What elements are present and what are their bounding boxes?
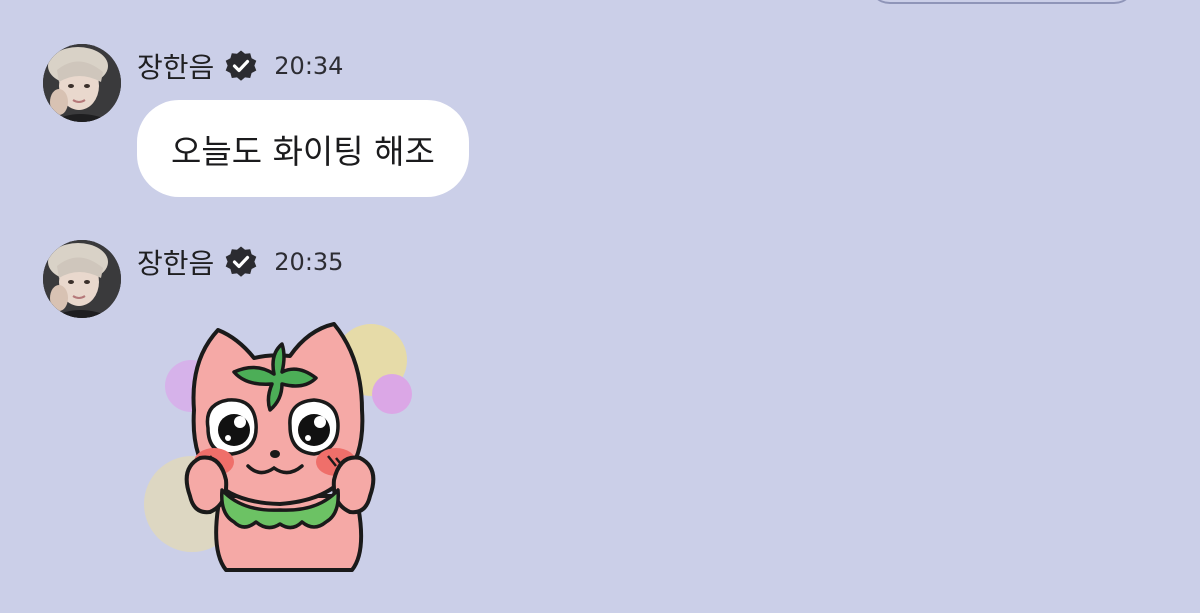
profile-photo-icon — [43, 240, 121, 318]
message-header: 장한음 20:35 — [137, 242, 343, 282]
avatar[interactable] — [43, 240, 121, 318]
pink-cat-sticker-icon[interactable] — [130, 318, 430, 578]
chat-message: 장한음 20:35 — [0, 0, 1200, 613]
sender-name[interactable]: 장한음 — [137, 242, 214, 282]
verified-badge-icon — [224, 245, 258, 279]
message-timestamp: 20:35 — [274, 248, 344, 276]
